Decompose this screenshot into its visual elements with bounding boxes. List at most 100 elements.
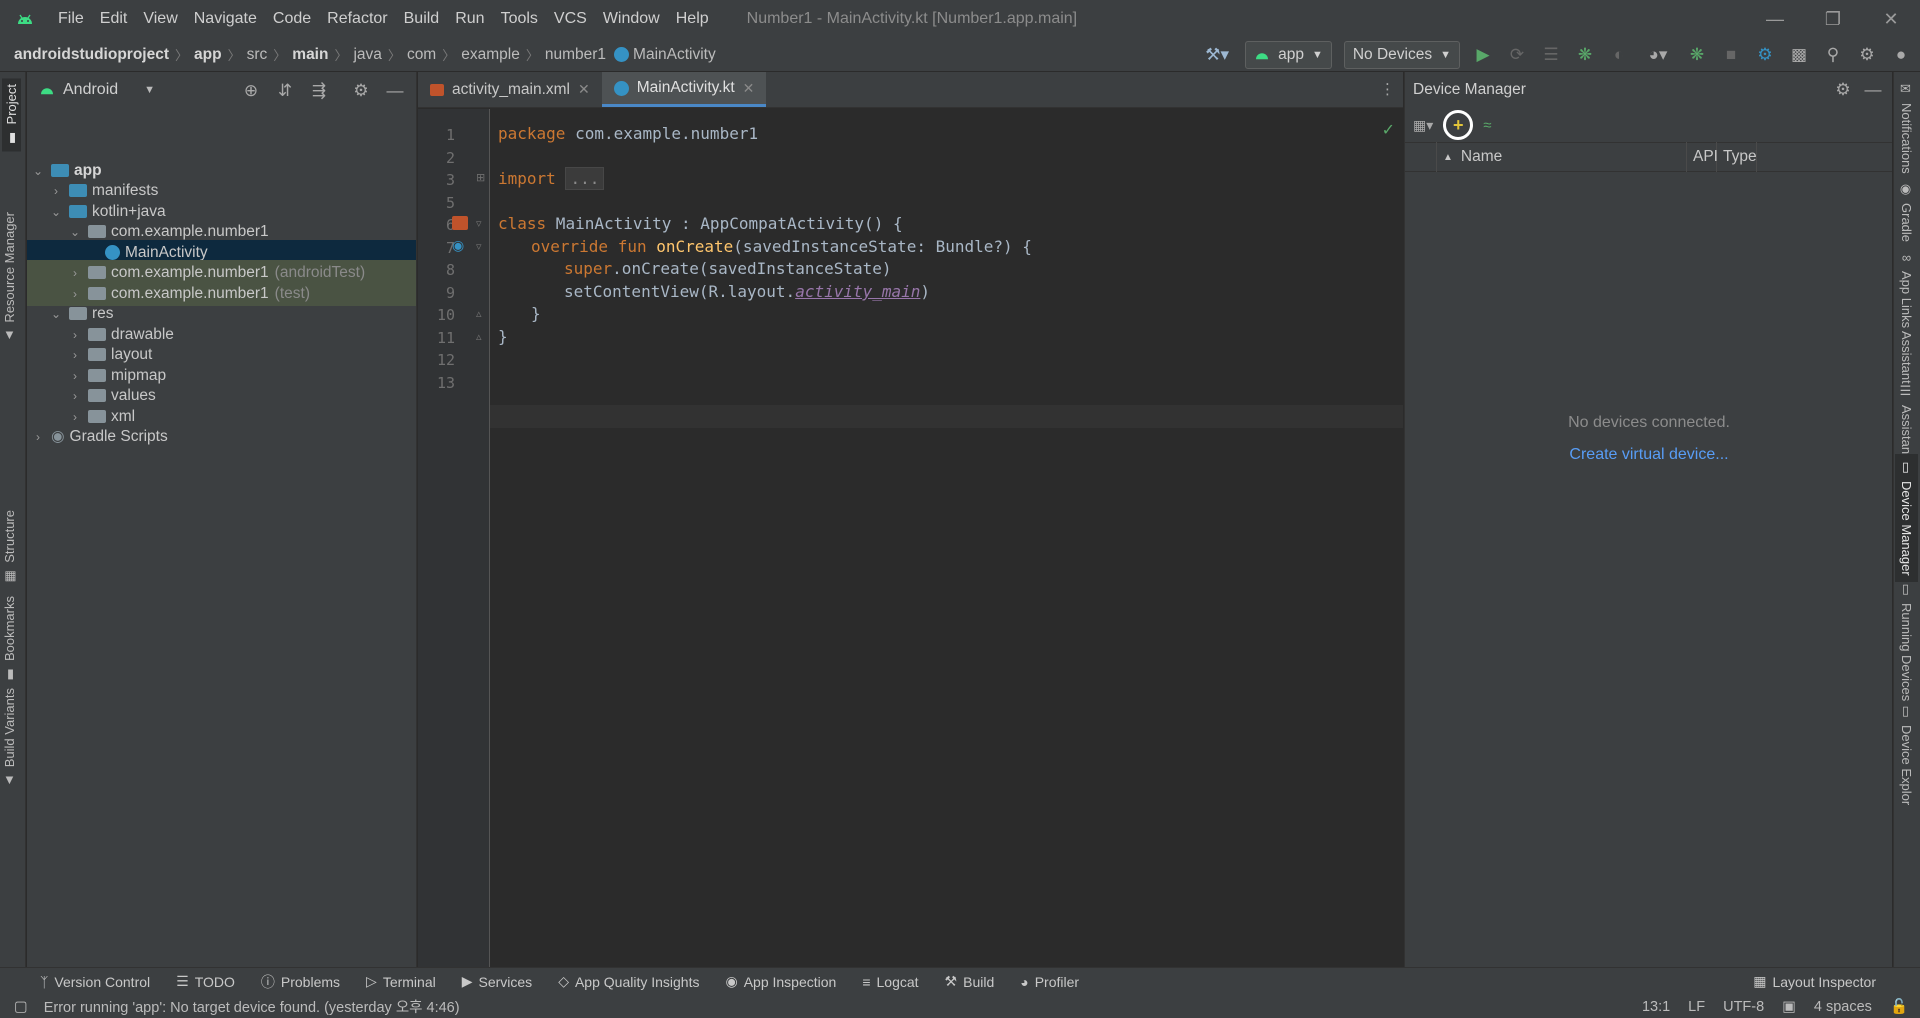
breadcrumb-number1[interactable]: number1 [545, 46, 606, 64]
menu-code[interactable]: Code [265, 10, 319, 28]
tab-project[interactable]: ▮ Project [2, 78, 21, 152]
tab-gradle[interactable]: ◉ Gradle [1899, 182, 1914, 242]
add-device-button[interactable]: + [1443, 110, 1474, 140]
breadcrumb-example[interactable]: example [461, 46, 520, 64]
settings-gear-icon[interactable]: ⚙ [346, 76, 376, 106]
hide-panel-icon[interactable]: — [1858, 75, 1888, 105]
close-icon[interactable]: ✕ [1862, 0, 1920, 38]
minimize-icon[interactable]: — [1746, 0, 1804, 38]
chevron-down-icon[interactable]: ⌄ [48, 205, 64, 219]
tool-problems[interactable]: ⓘ Problems [261, 972, 340, 992]
tool-build[interactable]: ⚒ Build [945, 973, 995, 990]
menu-run[interactable]: Run [447, 10, 492, 28]
override-marker-icon[interactable]: ◉ [452, 237, 464, 254]
tool-terminal[interactable]: ▷ Terminal [366, 973, 436, 990]
tab-mainactivity-kt[interactable]: MainActivity.kt ✕ [601, 72, 767, 107]
apply-code-changes-icon[interactable]: ☰ [1536, 40, 1566, 70]
fold-marker-icon[interactable]: ▵ [476, 330, 482, 343]
collapse-all-icon[interactable]: ⇶ [304, 76, 334, 106]
profile-icon[interactable]: ◐ [1604, 40, 1634, 70]
chevron-right-icon[interactable]: › [67, 410, 83, 424]
pair-wifi-icon[interactable]: ≈ [1483, 117, 1491, 134]
code-line-11[interactable]: } [498, 327, 508, 346]
tool-version-control[interactable]: ᛉ Version Control [40, 974, 150, 990]
debug-icon[interactable]: ❋ [1570, 40, 1600, 70]
gradle-sync-icon[interactable]: ⚙ [1750, 40, 1780, 70]
code-line-7[interactable]: override fun onCreate(savedInstanceState… [498, 237, 1032, 256]
line-separator[interactable]: LF [1688, 999, 1705, 1015]
menu-vcs[interactable]: VCS [546, 10, 595, 28]
restore-icon[interactable]: ❐ [1804, 0, 1862, 38]
code-line-9[interactable]: setContentView(R.layout.activity_main) [498, 282, 930, 301]
tab-bookmarks[interactable]: ▮ Bookmarks [2, 596, 17, 682]
settings-gear-icon[interactable]: ⚙ [1828, 75, 1858, 105]
build-hammer-icon[interactable]: ⚒▾ [1197, 40, 1237, 70]
caret-position[interactable]: 13:1 [1642, 999, 1670, 1015]
menu-view[interactable]: View [135, 10, 185, 28]
tab-build-variants[interactable]: ▲ Build Variants [2, 688, 17, 788]
menu-edit[interactable]: Edit [92, 10, 136, 28]
chevron-right-icon[interactable]: › [67, 328, 83, 342]
apply-changes-icon[interactable]: ⟳ [1502, 40, 1532, 70]
breadcrumb-java[interactable]: java [353, 46, 381, 64]
tab-device-explorer[interactable]: ▯ Device Explor [1899, 704, 1914, 805]
chevron-right-icon[interactable]: › [67, 266, 83, 280]
menu-refactor[interactable]: Refactor [319, 10, 395, 28]
fold-marker-icon[interactable]: ▵ [476, 307, 482, 320]
tab-activity-main-xml[interactable]: activity_main.xml ✕ [418, 72, 602, 107]
code-line-8[interactable]: super.onCreate(savedInstanceState) [498, 259, 892, 278]
device-select[interactable]: No Devices ▼ [1343, 41, 1460, 69]
breadcrumb-main[interactable]: main [292, 46, 328, 64]
chevron-down-icon[interactable]: ⌄ [67, 225, 83, 239]
column-api[interactable]: API [1687, 142, 1718, 172]
account-icon[interactable]: ● [1886, 40, 1916, 70]
tool-app-quality-insights[interactable]: ◇ App Quality Insights [558, 973, 699, 990]
code-line-6[interactable]: class MainActivity : AppCompatActivity()… [498, 214, 903, 233]
stop-icon[interactable]: ■ [1716, 40, 1746, 70]
close-icon[interactable]: ✕ [743, 80, 755, 97]
run-icon[interactable]: ▶ [1468, 40, 1498, 70]
run-config-select[interactable]: app ▼ [1245, 41, 1332, 69]
close-icon[interactable]: ✕ [578, 81, 590, 98]
column-type[interactable]: Type [1717, 142, 1757, 172]
breadcrumb-src[interactable]: src [247, 46, 268, 64]
device-manager-icon[interactable]: ▩ [1784, 40, 1814, 70]
menu-navigate[interactable]: Navigate [186, 10, 265, 28]
column-name[interactable]: ▲ Name [1437, 142, 1687, 172]
menu-window[interactable]: Window [595, 10, 668, 28]
menu-tools[interactable]: Tools [493, 10, 546, 28]
chevron-right-icon[interactable]: › [67, 369, 83, 383]
tab-structure[interactable]: ▦ Structure [2, 510, 17, 584]
tool-todo[interactable]: ☰ TODO [176, 973, 235, 990]
chevron-right-icon[interactable]: › [48, 184, 64, 198]
toggle-tool-windows-icon[interactable]: ▢ [14, 999, 28, 1015]
tab-resource-manager[interactable]: ▲ Resource Manager [2, 212, 17, 344]
breadcrumb-com[interactable]: com [407, 46, 436, 64]
settings-gear-icon[interactable]: ⚙ [1852, 40, 1882, 70]
hide-panel-icon[interactable]: — [380, 76, 410, 106]
sync-bug-icon[interactable]: ❋ [1682, 40, 1712, 70]
tab-notifications[interactable]: ✉ Notifications [1899, 82, 1914, 174]
locate-target-icon[interactable]: ⊕ [236, 76, 266, 106]
create-virtual-device-link[interactable]: Create virtual device... [1405, 446, 1893, 464]
lock-icon[interactable]: 🔓 [1890, 998, 1908, 1015]
menu-file[interactable]: File [50, 10, 92, 28]
tool-services[interactable]: ▶ Services [462, 973, 532, 990]
chevron-right-icon[interactable]: › [30, 430, 46, 444]
tree-item-gradle-scripts[interactable]: › ◉ Gradle Scripts [27, 424, 416, 449]
chevron-down-icon[interactable]: ⌄ [48, 307, 64, 321]
indent-setting[interactable]: 4 spaces [1814, 999, 1872, 1015]
chevron-right-icon[interactable]: › [67, 348, 83, 362]
chevron-down-icon[interactable]: ▼ [144, 84, 155, 96]
fold-marker-icon[interactable]: ▿ [476, 240, 482, 253]
tab-app-links-assistant[interactable]: ∞ App Links Assistant [1899, 250, 1914, 384]
fold-marker-icon[interactable]: ⊞ [476, 171, 485, 184]
tab-running-devices[interactable]: ▯ Running Devices [1899, 582, 1914, 701]
menu-build[interactable]: Build [396, 10, 448, 28]
file-encoding[interactable]: UTF-8 [1723, 999, 1764, 1015]
chevron-right-icon[interactable]: › [67, 287, 83, 301]
folded-region[interactable]: ... [565, 167, 605, 190]
menu-help[interactable]: Help [668, 10, 717, 28]
fold-marker-icon[interactable]: ▿ [476, 217, 482, 230]
readonly-toggle-icon[interactable]: ▣ [1782, 999, 1796, 1015]
